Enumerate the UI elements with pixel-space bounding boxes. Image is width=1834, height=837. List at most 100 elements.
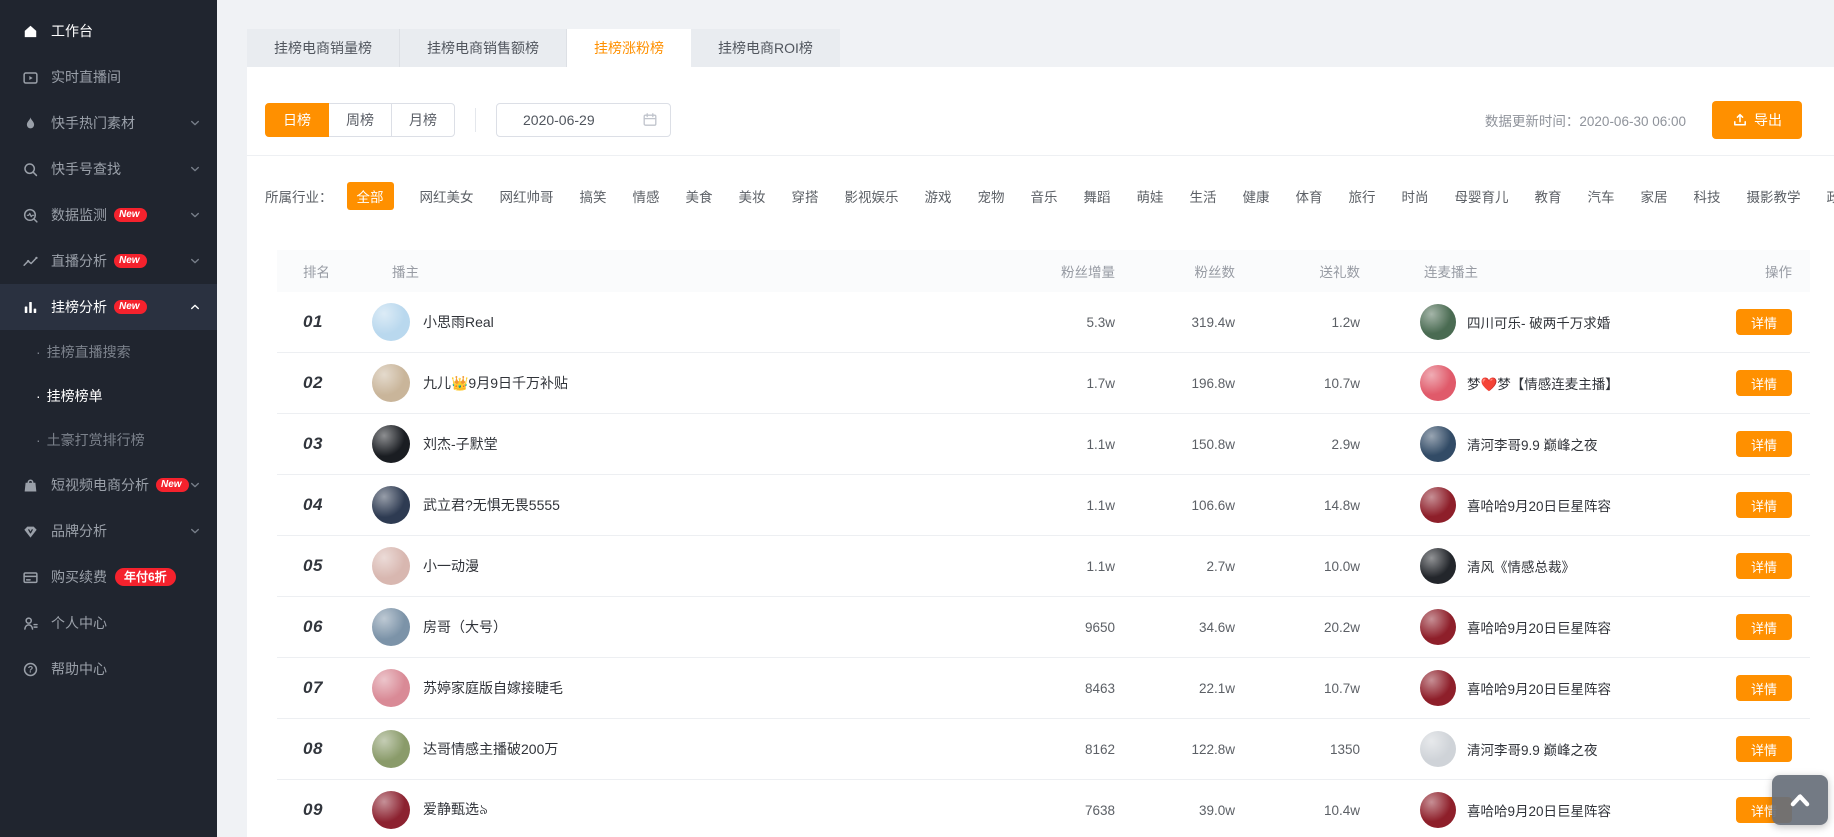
mic-host-avatar[interactable]	[1420, 792, 1456, 828]
host-avatar[interactable]	[372, 364, 410, 402]
industry-option-20[interactable]: 教育	[1535, 182, 1562, 210]
mic-host-avatar[interactable]	[1420, 304, 1456, 340]
mic-host-name[interactable]: 喜哈哈9月20日巨星阵容	[1467, 617, 1611, 637]
sidebar-item-9[interactable]: 购买续费年付6折	[0, 554, 217, 600]
host-name[interactable]: 小一动漫	[423, 556, 479, 576]
host-avatar[interactable]	[372, 791, 410, 829]
tab-2[interactable]: 挂榜涨粉榜	[567, 29, 691, 67]
sidebar-item-10[interactable]: 个人中心	[0, 600, 217, 646]
period-button-1[interactable]: 周榜	[328, 103, 392, 137]
industry-option-4[interactable]: 情感	[633, 182, 660, 210]
mic-host-name[interactable]: 喜哈哈9月20日巨星阵容	[1467, 800, 1611, 820]
industry-option-9[interactable]: 游戏	[925, 182, 952, 210]
industry-option-3[interactable]: 搞笑	[580, 182, 607, 210]
sidebar-item-2[interactable]: 快手热门素材	[0, 100, 217, 146]
sidebar-subitem-2[interactable]: ·土豪打赏排行榜	[0, 418, 217, 462]
detail-button[interactable]: 详情	[1736, 370, 1792, 396]
host-avatar[interactable]	[372, 303, 410, 341]
industry-option-0[interactable]: 全部	[347, 182, 394, 210]
period-button-2[interactable]: 月榜	[391, 103, 455, 137]
fans-total-cell: 34.6w	[1115, 620, 1235, 635]
mic-host-avatar[interactable]	[1420, 731, 1456, 767]
sidebar-subitem-1[interactable]: ·挂榜榜单	[0, 374, 217, 418]
mic-host-name[interactable]: 梦❤️梦【情感连麦主播】	[1467, 373, 1619, 393]
back-to-top-button[interactable]	[1772, 775, 1828, 825]
sidebar-item-4[interactable]: 数据监测New	[0, 192, 217, 238]
mic-host-avatar[interactable]	[1420, 487, 1456, 523]
industry-option-10[interactable]: 宠物	[978, 182, 1005, 210]
industry-option-7[interactable]: 穿搭	[792, 182, 819, 210]
mic-host-name[interactable]: 四川可乐- 破两千万求婚	[1467, 312, 1610, 332]
industry-option-2[interactable]: 网红帅哥	[500, 182, 554, 210]
host-name[interactable]: 刘杰-子默堂	[423, 434, 498, 454]
detail-button[interactable]: 详情	[1736, 309, 1792, 335]
sidebar-item-3[interactable]: 快手号查找	[0, 146, 217, 192]
mic-host-name[interactable]: 喜哈哈9月20日巨星阵容	[1467, 678, 1611, 698]
date-picker[interactable]: 2020-06-29	[496, 103, 671, 137]
rank-cell: 09	[277, 800, 372, 820]
industry-option-21[interactable]: 汽车	[1588, 182, 1615, 210]
tab-0[interactable]: 挂榜电商销量榜	[247, 29, 400, 67]
host-avatar[interactable]	[372, 730, 410, 768]
mic-host-name[interactable]: 喜哈哈9月20日巨星阵容	[1467, 495, 1611, 515]
industry-option-23[interactable]: 科技	[1694, 182, 1721, 210]
detail-button[interactable]: 详情	[1736, 553, 1792, 579]
industry-option-24[interactable]: 摄影教学	[1747, 182, 1801, 210]
tab-3[interactable]: 挂榜电商ROI榜	[691, 29, 840, 67]
sidebar-item-5[interactable]: 直播分析New	[0, 238, 217, 284]
industry-option-18[interactable]: 时尚	[1402, 182, 1429, 210]
mic-host-name[interactable]: 清河李哥9.9 巅峰之夜	[1467, 434, 1598, 454]
sidebar-item-0[interactable]: 工作台	[0, 8, 217, 54]
industry-option-17[interactable]: 旅行	[1349, 182, 1376, 210]
tab-1[interactable]: 挂榜电商销售额榜	[400, 29, 567, 67]
industry-option-11[interactable]: 音乐	[1031, 182, 1058, 210]
sidebar-subitem-0[interactable]: ·挂榜直播搜索	[0, 330, 217, 374]
industry-option-8[interactable]: 影视娱乐	[845, 182, 899, 210]
host-name[interactable]: 九儿👑9月9日千万补贴	[423, 373, 568, 393]
host-avatar[interactable]	[372, 486, 410, 524]
sidebar-item-11[interactable]: ?帮助中心	[0, 646, 217, 692]
chevron-up-icon	[189, 301, 201, 313]
gem-icon	[22, 523, 39, 540]
fans-increase-cell: 1.1w	[930, 498, 1115, 513]
export-button[interactable]: 导出	[1712, 101, 1802, 139]
mic-host-avatar[interactable]	[1420, 365, 1456, 401]
period-button-0[interactable]: 日榜	[265, 103, 329, 137]
industry-option-25[interactable]: 政务	[1827, 182, 1834, 210]
host-name[interactable]: 武立君?无惧无畏5555	[423, 495, 560, 515]
host-name[interactable]: 爱静甄选৯	[423, 798, 488, 822]
detail-button[interactable]: 详情	[1736, 431, 1792, 457]
host-avatar[interactable]	[372, 669, 410, 707]
detail-button[interactable]: 详情	[1736, 675, 1792, 701]
industry-option-12[interactable]: 舞蹈	[1084, 182, 1111, 210]
detail-button[interactable]: 详情	[1736, 736, 1792, 762]
host-name[interactable]: 苏婷家庭版自嫁接睫毛	[423, 678, 563, 698]
industry-option-15[interactable]: 健康	[1243, 182, 1270, 210]
industry-option-5[interactable]: 美食	[686, 182, 713, 210]
industry-option-14[interactable]: 生活	[1190, 182, 1217, 210]
host-avatar[interactable]	[372, 425, 410, 463]
host-name[interactable]: 达哥情感主播破200万	[423, 739, 558, 759]
industry-option-19[interactable]: 母婴育儿	[1455, 182, 1509, 210]
industry-option-13[interactable]: 萌娃	[1137, 182, 1164, 210]
mic-host-name[interactable]: 清河李哥9.9 巅峰之夜	[1467, 739, 1598, 759]
detail-button[interactable]: 详情	[1736, 614, 1792, 640]
mic-host-avatar[interactable]	[1420, 609, 1456, 645]
mic-host-avatar[interactable]	[1420, 548, 1456, 584]
industry-option-1[interactable]: 网红美女	[420, 182, 474, 210]
industry-option-6[interactable]: 美妆	[739, 182, 766, 210]
sidebar-item-7[interactable]: 短视频电商分析New	[0, 462, 217, 508]
host-avatar[interactable]	[372, 547, 410, 585]
host-name[interactable]: 小思雨Real	[423, 312, 494, 332]
detail-button[interactable]: 详情	[1736, 492, 1792, 518]
host-name[interactable]: 房哥（大号）	[423, 617, 507, 637]
sidebar-item-8[interactable]: 品牌分析	[0, 508, 217, 554]
mic-host-avatar[interactable]	[1420, 426, 1456, 462]
sidebar-item-1[interactable]: 实时直播间	[0, 54, 217, 100]
mic-host-name[interactable]: 清风《情感总裁》	[1467, 556, 1575, 576]
industry-option-22[interactable]: 家居	[1641, 182, 1668, 210]
sidebar-item-6[interactable]: 挂榜分析New	[0, 284, 217, 330]
mic-host-avatar[interactable]	[1420, 670, 1456, 706]
host-avatar[interactable]	[372, 608, 410, 646]
industry-option-16[interactable]: 体育	[1296, 182, 1323, 210]
